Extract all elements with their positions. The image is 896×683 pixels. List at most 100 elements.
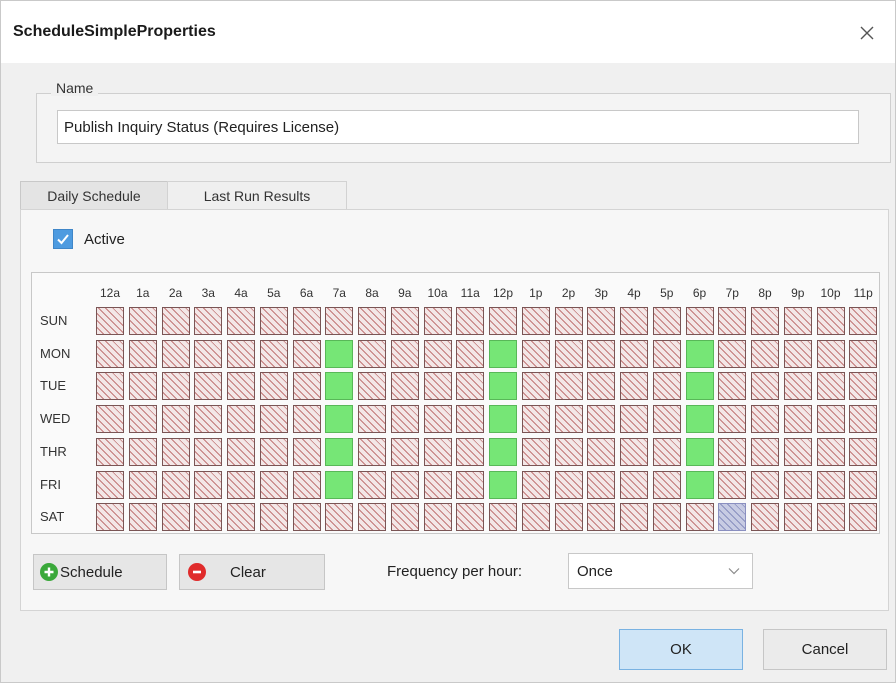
schedule-cell[interactable] [128, 437, 157, 466]
schedule-cell[interactable] [587, 470, 616, 499]
schedule-cell[interactable] [620, 339, 648, 368]
schedule-cell[interactable] [587, 339, 616, 368]
schedule-cell[interactable] [816, 307, 845, 335]
schedule-cell[interactable] [783, 339, 812, 368]
schedule-cell[interactable] [554, 470, 583, 499]
schedule-cell[interactable] [325, 405, 354, 434]
schedule-cell[interactable] [194, 307, 223, 335]
schedule-cell[interactable] [816, 470, 845, 499]
schedule-cell[interactable] [259, 339, 288, 368]
schedule-cell[interactable] [521, 503, 550, 532]
schedule-cell[interactable] [456, 372, 485, 401]
schedule-cell[interactable] [96, 405, 124, 434]
schedule-cell[interactable] [161, 437, 190, 466]
schedule-cell[interactable] [783, 470, 812, 499]
schedule-cell[interactable] [751, 372, 779, 401]
schedule-cell[interactable] [456, 307, 485, 335]
schedule-cell[interactable] [685, 437, 714, 466]
schedule-cell[interactable] [227, 503, 255, 532]
schedule-cell[interactable] [489, 339, 517, 368]
schedule-cell[interactable] [128, 372, 157, 401]
schedule-cell[interactable] [456, 339, 485, 368]
schedule-cell[interactable] [292, 470, 321, 499]
schedule-cell[interactable] [358, 405, 386, 434]
schedule-cell[interactable] [554, 437, 583, 466]
schedule-cell[interactable] [783, 437, 812, 466]
schedule-cell[interactable] [751, 307, 779, 335]
schedule-cell[interactable] [390, 470, 419, 499]
close-button[interactable] [849, 15, 885, 51]
schedule-cell[interactable] [849, 405, 878, 434]
tab-daily-schedule[interactable]: Daily Schedule [20, 181, 168, 210]
schedule-cell[interactable] [128, 307, 157, 335]
schedule-cell[interactable] [96, 372, 124, 401]
schedule-cell[interactable] [751, 470, 779, 499]
schedule-cell[interactable] [652, 405, 681, 434]
schedule-cell[interactable] [783, 372, 812, 401]
schedule-cell[interactable] [227, 470, 255, 499]
schedule-cell[interactable] [194, 339, 223, 368]
schedule-cell[interactable] [259, 372, 288, 401]
schedule-cell[interactable] [259, 503, 288, 532]
active-checkbox[interactable] [53, 229, 73, 249]
schedule-cell[interactable] [718, 470, 747, 499]
schedule-cell[interactable] [521, 339, 550, 368]
schedule-cell[interactable] [489, 437, 517, 466]
schedule-cell[interactable] [783, 405, 812, 434]
schedule-cell[interactable] [554, 405, 583, 434]
schedule-cell[interactable] [456, 470, 485, 499]
schedule-cell[interactable] [423, 503, 452, 532]
schedule-cell[interactable] [652, 372, 681, 401]
schedule-cell[interactable] [358, 307, 386, 335]
schedule-cell[interactable] [456, 503, 485, 532]
schedule-cell[interactable] [161, 470, 190, 499]
schedule-cell[interactable] [390, 307, 419, 335]
schedule-cell[interactable] [554, 307, 583, 335]
schedule-cell[interactable] [325, 307, 354, 335]
schedule-cell[interactable] [194, 470, 223, 499]
schedule-cell[interactable] [128, 470, 157, 499]
schedule-cell[interactable] [128, 503, 157, 532]
schedule-cell[interactable] [161, 339, 190, 368]
schedule-cell[interactable] [620, 470, 648, 499]
schedule-cell[interactable] [96, 503, 124, 532]
schedule-cell[interactable] [587, 437, 616, 466]
schedule-cell[interactable] [161, 372, 190, 401]
schedule-cell[interactable] [390, 503, 419, 532]
schedule-cell[interactable] [718, 372, 747, 401]
schedule-cell[interactable] [96, 470, 124, 499]
schedule-cell[interactable] [620, 437, 648, 466]
schedule-cell[interactable] [521, 405, 550, 434]
schedule-cell[interactable] [554, 372, 583, 401]
clear-button[interactable]: Clear [179, 554, 325, 590]
schedule-cell[interactable] [816, 437, 845, 466]
schedule-cell[interactable] [423, 307, 452, 335]
schedule-cell[interactable] [620, 503, 648, 532]
schedule-cell[interactable] [358, 372, 386, 401]
schedule-cell[interactable] [685, 470, 714, 499]
schedule-cell[interactable] [227, 372, 255, 401]
schedule-cell[interactable] [751, 503, 779, 532]
schedule-cell[interactable] [685, 503, 714, 532]
schedule-cell[interactable] [259, 437, 288, 466]
schedule-cell[interactable] [161, 405, 190, 434]
schedule-cell[interactable] [718, 405, 747, 434]
schedule-cell[interactable] [292, 503, 321, 532]
schedule-cell[interactable] [783, 307, 812, 335]
schedule-cell[interactable] [652, 307, 681, 335]
schedule-cell[interactable] [96, 339, 124, 368]
schedule-cell[interactable] [849, 339, 878, 368]
schedule-cell[interactable] [489, 503, 517, 532]
schedule-cell[interactable] [652, 339, 681, 368]
schedule-cell[interactable] [423, 470, 452, 499]
schedule-cell[interactable] [194, 405, 223, 434]
schedule-cell[interactable] [620, 307, 648, 335]
schedule-cell[interactable] [718, 437, 747, 466]
ok-button[interactable]: OK [619, 629, 743, 670]
schedule-cell[interactable] [358, 437, 386, 466]
schedule-cell[interactable] [521, 470, 550, 499]
schedule-cell[interactable] [587, 405, 616, 434]
schedule-cell[interactable] [685, 307, 714, 335]
schedule-cell[interactable] [521, 437, 550, 466]
schedule-button[interactable]: Schedule [33, 554, 167, 590]
